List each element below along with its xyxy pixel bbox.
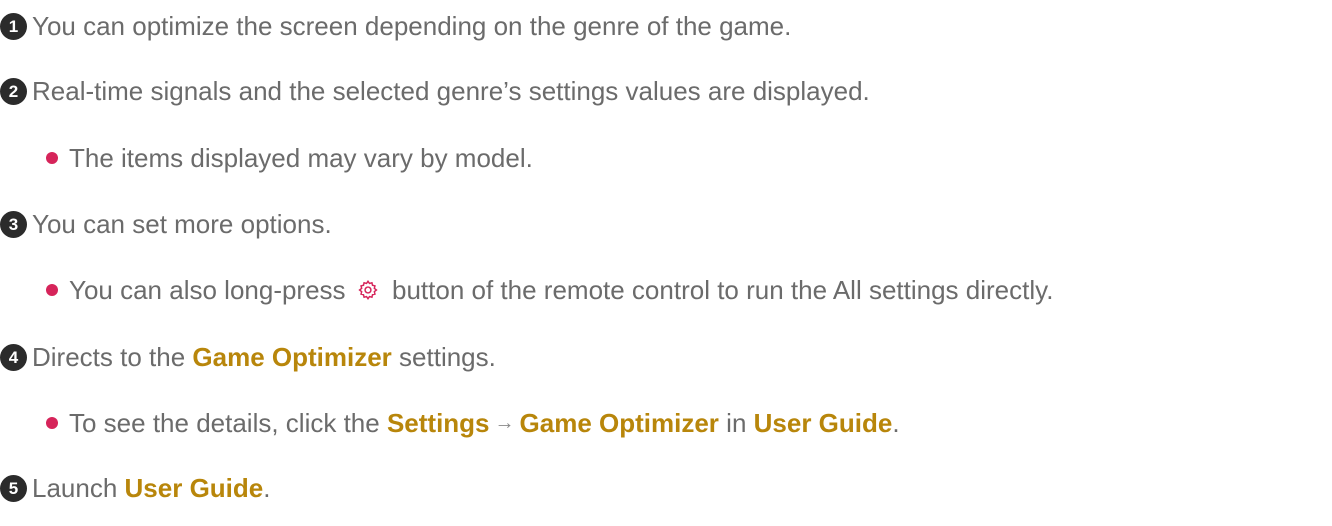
instruction-text: You can optimize the screen depending on… — [32, 11, 792, 41]
note-item-3: You can also long-press button of the re… — [46, 270, 1053, 310]
instruction-text: You can set more options. — [32, 209, 332, 239]
note-text-before: You can also long-press — [69, 275, 353, 305]
bullet-dot — [46, 284, 58, 296]
user-guide-link[interactable]: User Guide — [754, 403, 893, 443]
step-number-badge: 3 — [0, 210, 27, 238]
instruction-text-after: settings. — [391, 342, 496, 372]
instruction-item-1: 1 You can optimize the screen depending … — [0, 6, 791, 46]
step-number-badge: 4 — [0, 343, 27, 371]
user-guide-link[interactable]: User Guide — [125, 468, 264, 508]
note-text-after: button of the remote control to run the … — [384, 275, 1054, 305]
game-optimizer-link[interactable]: Game Optimizer — [520, 403, 719, 443]
instruction-text-before: Launch — [32, 473, 125, 503]
settings-link[interactable]: Settings — [387, 403, 490, 443]
instruction-text-before: Directs to the — [32, 342, 193, 372]
step-number-badge: 2 — [0, 77, 27, 105]
instruction-text-after: . — [263, 473, 271, 503]
note-text: The items displayed may vary by model. — [69, 143, 533, 173]
note-text-after: . — [892, 408, 900, 438]
instruction-text: Real-time signals and the selected genre… — [32, 76, 870, 106]
game-optimizer-link[interactable]: Game Optimizer — [192, 337, 391, 377]
instruction-item-3: 3 You can set more options. — [0, 204, 332, 244]
instruction-item-2: 2 Real-time signals and the selected gen… — [0, 71, 870, 111]
note-text-middle: in — [718, 408, 754, 438]
settings-gear-icon — [358, 280, 378, 300]
instruction-item-5: 5 Launch User Guide . — [0, 468, 270, 508]
step-number-badge: 1 — [0, 12, 27, 40]
note-text-before: To see the details, click the — [69, 408, 387, 438]
note-item-4: To see the details, click the Settings →… — [46, 403, 900, 443]
arrow-right-icon: → — [494, 412, 515, 434]
bullet-dot — [46, 417, 58, 429]
note-item-2: The items displayed may vary by model. — [46, 138, 533, 178]
step-number-badge: 5 — [0, 474, 27, 502]
instruction-item-4: 4 Directs to the Game Optimizer settings… — [0, 337, 496, 377]
bullet-dot — [46, 152, 58, 164]
